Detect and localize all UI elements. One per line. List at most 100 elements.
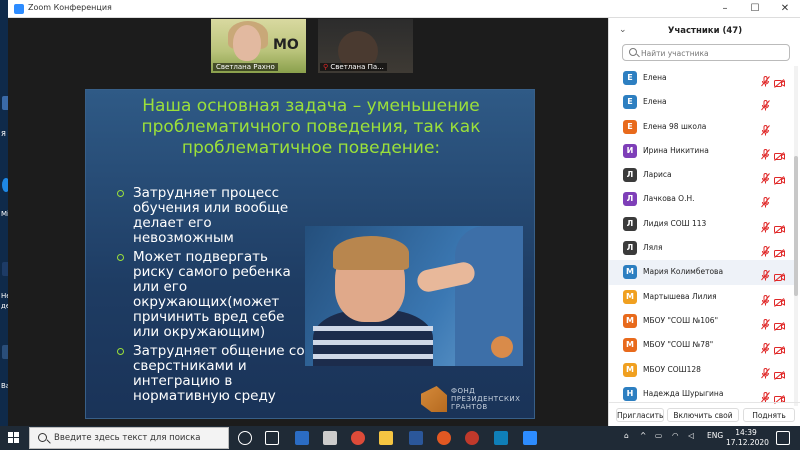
notification-icon[interactable]: [776, 431, 790, 445]
participant-row[interactable]: Л Лариса: [609, 163, 795, 187]
bullet-text: Затрудняет общение со сверстниками и инт…: [133, 343, 305, 404]
tray-chevron-icon[interactable]: ^: [640, 431, 646, 440]
participant-avatar: М: [623, 338, 637, 353]
participant-name: Елена 98 школа: [643, 121, 707, 131]
task-view-icon[interactable]: [265, 431, 279, 445]
zoom-taskbar-icon[interactable]: [523, 431, 537, 445]
video-off-icon[interactable]: [774, 292, 785, 307]
file-explorer-icon[interactable]: [379, 431, 393, 445]
word-pad-icon[interactable]: [295, 431, 309, 445]
video-off-icon[interactable]: [774, 170, 785, 186]
raise-hand-button[interactable]: Поднять руку: [743, 408, 795, 434]
participant-row[interactable]: М МБОУ "СОШ №106": [609, 309, 795, 333]
participant-avatar: Л: [623, 216, 637, 231]
video-off-icon[interactable]: [774, 219, 785, 234]
bullet-dot-icon: [117, 348, 124, 355]
minimize-button[interactable]: –: [710, 0, 740, 18]
muted-mic-icon[interactable]: [761, 96, 770, 111]
participant-row[interactable]: Л Лачкова О.Н.: [609, 187, 795, 211]
participant-avatar: М: [623, 289, 637, 304]
video-off-icon[interactable]: [774, 146, 785, 161]
cortana-icon[interactable]: [238, 431, 252, 445]
participant-row[interactable]: М МБОУ СОШ128: [609, 358, 795, 382]
video-off-icon[interactable]: [774, 267, 785, 283]
muted-mic-icon[interactable]: [761, 388, 770, 403]
video-off-icon[interactable]: [774, 365, 785, 380]
participant-avatar: Н: [623, 386, 637, 401]
muted-mic-icon[interactable]: [761, 193, 770, 208]
muted-mic-icon[interactable]: [761, 121, 770, 136]
participant-row[interactable]: И Ирина Никитина: [609, 139, 795, 163]
participants-list: Е Елена Е Елена Е Елена 98 школа И Ирина Никити…: [609, 66, 795, 406]
zoom-window: Zoom Конференция – ☐ ✕ МО Светлана Рахно…: [8, 0, 800, 434]
tray-battery-icon[interactable]: ▭: [655, 431, 662, 440]
participant-row[interactable]: Е Елена: [609, 66, 795, 90]
video-off-icon[interactable]: [774, 340, 785, 356]
slide-bullet: Затрудняет общение со сверстниками и инт…: [116, 344, 306, 404]
clock-date: 17.12.2020: [726, 438, 769, 447]
video-off-icon[interactable]: [774, 316, 785, 331]
participant-row[interactable]: Л Ляля: [609, 236, 795, 260]
muted-mic-icon[interactable]: [761, 242, 770, 257]
app-icon[interactable]: [494, 431, 508, 445]
tray-clock[interactable]: 14:39 17.12.2020: [726, 428, 769, 448]
start-button[interactable]: [8, 432, 20, 444]
slide-title-line: проблематичного поведения, так как: [141, 117, 481, 137]
participant-name: МБОУ "СОШ №106": [643, 315, 719, 325]
taskbar-search[interactable]: Введите здесь текст для поиска: [29, 427, 229, 449]
window-titlebar[interactable]: Zoom Конференция – ☐ ✕: [8, 0, 800, 18]
invite-button[interactable]: Пригласить: [616, 408, 664, 422]
muted-mic-icon[interactable]: [761, 72, 770, 87]
video-tile[interactable]: МО Светлана Рахно: [211, 19, 306, 73]
participant-search-input[interactable]: [641, 47, 781, 59]
participant-avatar: Л: [623, 192, 637, 207]
muted-mic-icon[interactable]: [761, 315, 770, 330]
tray-volume-icon[interactable]: ◁: [688, 431, 694, 440]
muted-mic-icon[interactable]: [761, 145, 770, 160]
muted-mic-icon[interactable]: [761, 218, 770, 233]
maximize-button[interactable]: ☐: [740, 0, 770, 18]
windows-logo-icon: [8, 438, 13, 443]
video-off-icon[interactable]: [774, 243, 785, 258]
yandex-icon[interactable]: [465, 431, 479, 445]
participant-row[interactable]: М Мария Колимбетова: [609, 260, 795, 285]
shared-slide: Наша основная задача – уменьшение пробле…: [85, 89, 535, 419]
video-tile[interactable]: ⚲ Светлана Па...: [318, 19, 413, 73]
app-icon[interactable]: [437, 431, 451, 445]
muted-mic-icon[interactable]: [761, 364, 770, 379]
participants-footer: Пригласить Включить свой звук Поднять ру…: [609, 402, 800, 434]
participant-row[interactable]: М МБОУ "СОШ №78": [609, 333, 795, 357]
app-icon[interactable]: [323, 431, 337, 445]
tray-people-icon[interactable]: ⌂: [624, 431, 629, 440]
slide-bullets: Затрудняет процесс обучения или вообще д…: [116, 186, 306, 408]
muted-mic-icon[interactable]: [761, 339, 770, 354]
participant-name: Елена: [643, 97, 667, 107]
close-button[interactable]: ✕: [770, 0, 800, 18]
word-icon[interactable]: [409, 431, 423, 445]
clock-time: 14:39: [735, 428, 757, 437]
slide-photo: [305, 226, 523, 366]
bullet-text: Может подвергать риску самого ребенка ил…: [133, 249, 291, 340]
tray-network-icon[interactable]: ◠: [672, 431, 679, 440]
slide-title: Наша основная задача – уменьшение пробле…: [86, 96, 536, 159]
unmute-self-button[interactable]: Включить свой звук: [667, 408, 739, 434]
tray-language[interactable]: ENG: [707, 431, 723, 440]
scrollbar-thumb[interactable]: [794, 156, 798, 296]
muted-mic-icon[interactable]: [761, 291, 770, 306]
participant-row[interactable]: Л Лидия СОШ 113: [609, 212, 795, 236]
muted-mic-icon[interactable]: [761, 266, 770, 281]
fund-logo-line: ПРЕЗИДЕНТСКИХ: [451, 395, 521, 403]
participant-avatar: М: [623, 362, 637, 377]
search-icon: [629, 48, 637, 56]
chrome-icon[interactable]: [351, 431, 365, 445]
participant-row[interactable]: М Мартышева Лилия: [609, 285, 795, 309]
participants-scrollbar[interactable]: [794, 66, 798, 406]
participant-avatar: Л: [623, 241, 637, 256]
photo-shirt-stripe: [313, 354, 433, 359]
video-off-icon[interactable]: [774, 389, 785, 404]
participant-search[interactable]: [622, 44, 790, 61]
participant-row[interactable]: Е Елена 98 школа: [609, 115, 795, 139]
video-off-icon[interactable]: [774, 73, 785, 88]
muted-mic-icon[interactable]: [761, 169, 770, 184]
participant-row[interactable]: Е Елена: [609, 90, 795, 114]
